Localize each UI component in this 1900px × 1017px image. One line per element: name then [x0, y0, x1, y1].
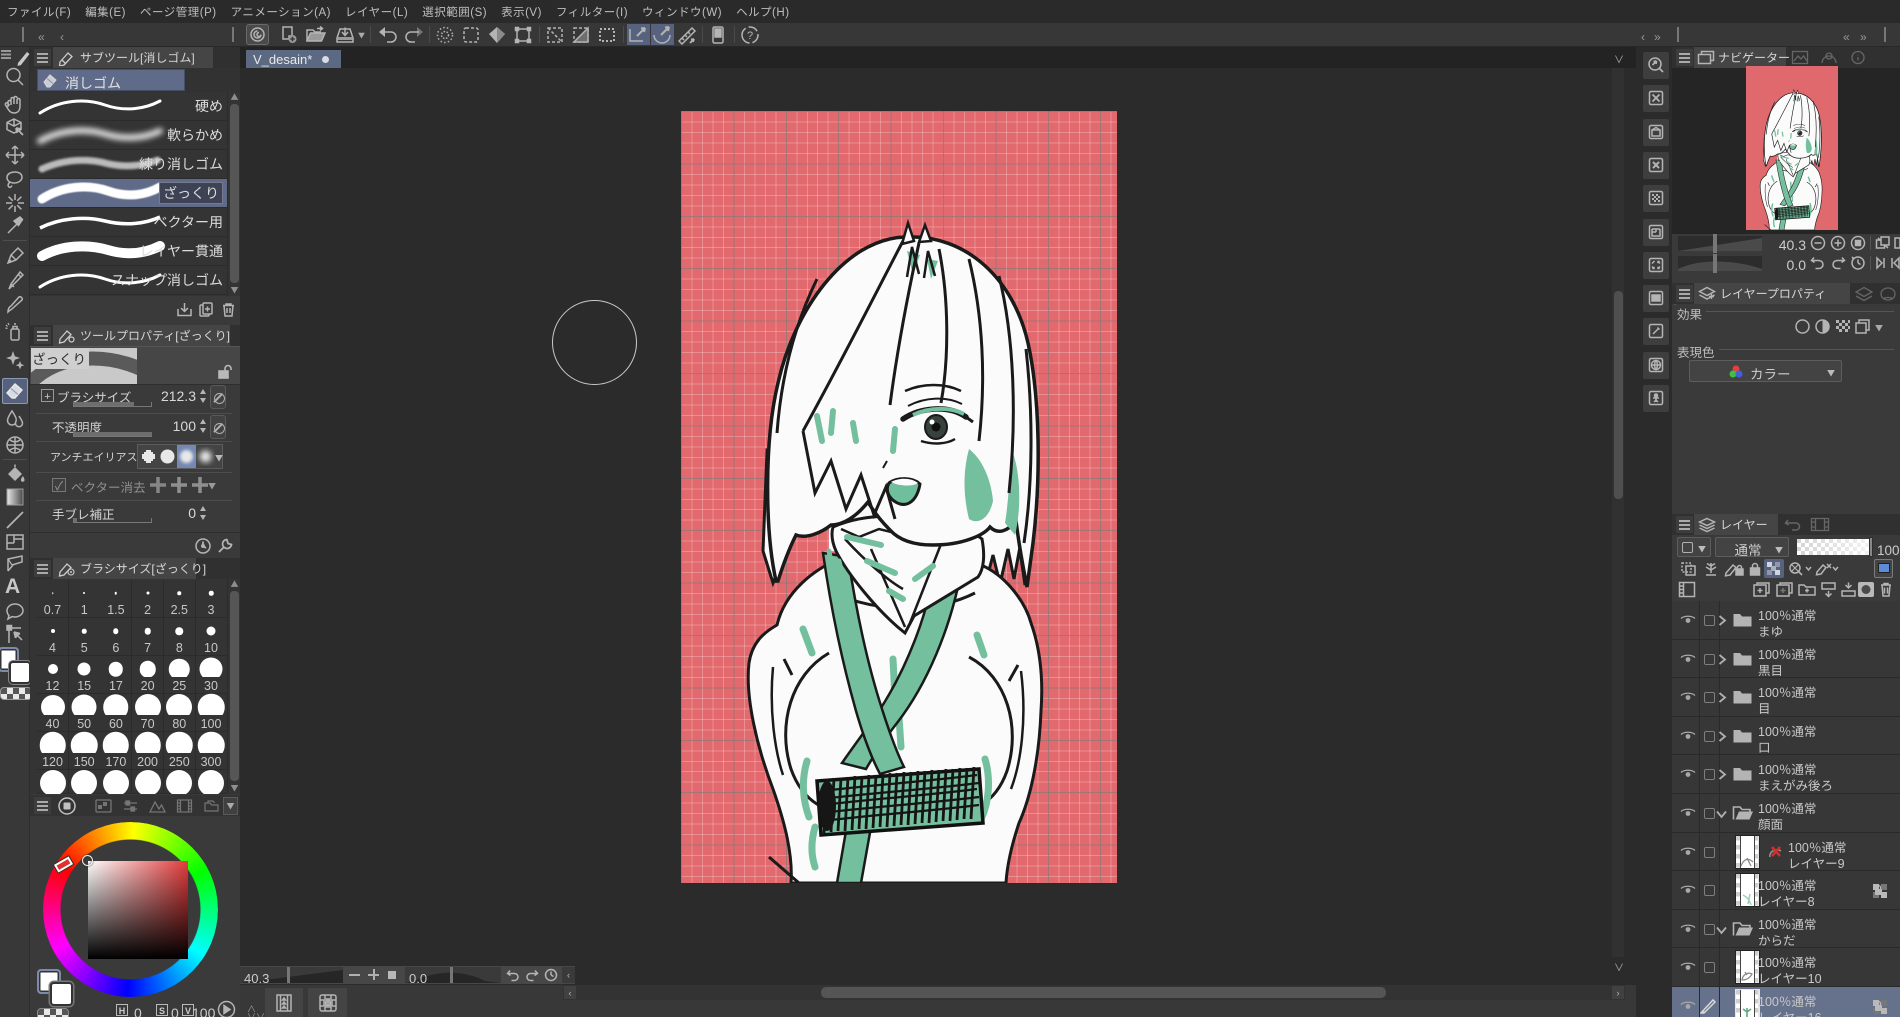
svg-text:?: ?	[747, 30, 753, 42]
